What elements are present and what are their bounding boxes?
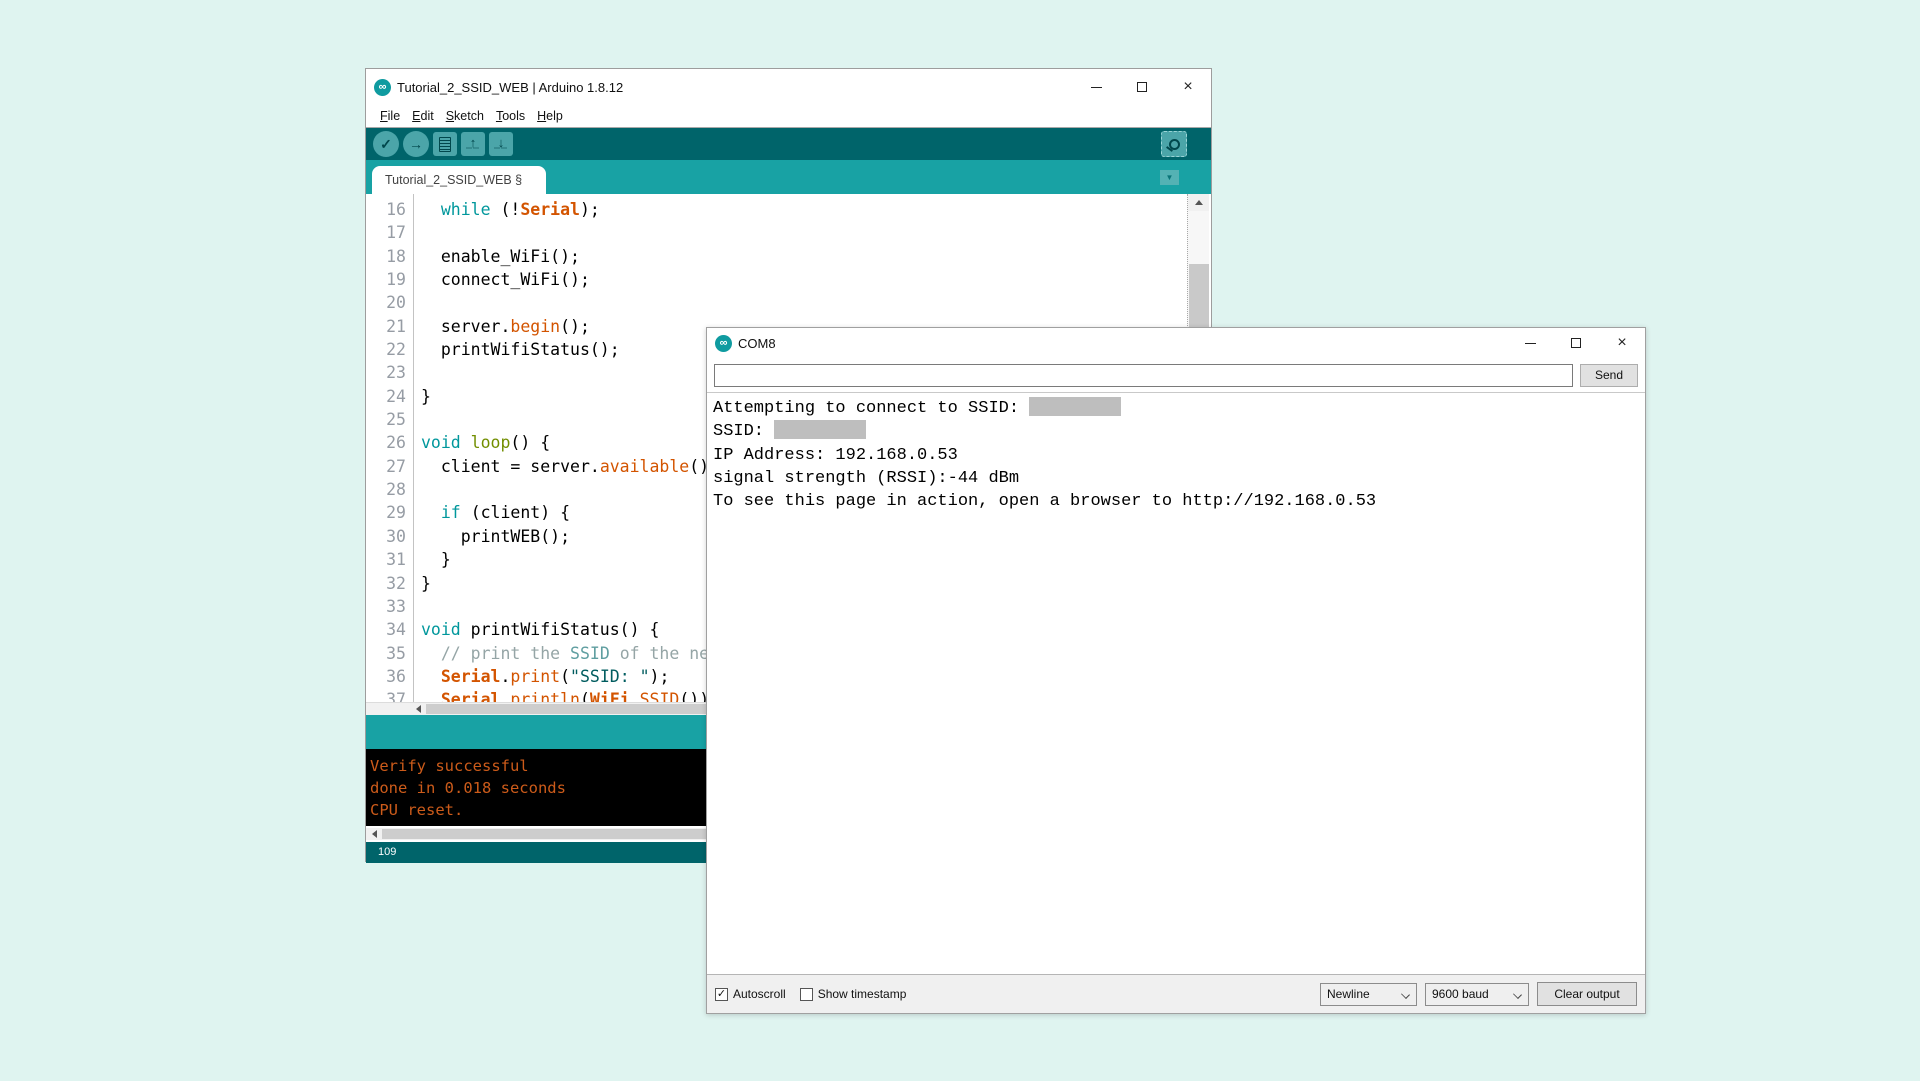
verify-button[interactable]: ✓ [373, 131, 399, 157]
line-number: 25 [366, 408, 406, 431]
serial-window-title: COM8 [738, 336, 776, 351]
tab-tutorial-2-ssid-web[interactable]: Tutorial_2_SSID_WEB § [372, 166, 546, 194]
chevron-down-icon [1513, 990, 1522, 999]
menu-edit[interactable]: Edit [406, 109, 440, 123]
new-sketch-button[interactable] [433, 132, 457, 156]
redacted-ssid [1029, 397, 1121, 416]
line-number: 29 [366, 501, 406, 524]
line-number: 37 [366, 688, 406, 702]
arduino-logo-icon: ∞ [374, 79, 391, 96]
code-line: 19 connect_WiFi(); [366, 268, 1211, 291]
scroll-left-icon[interactable] [411, 703, 425, 715]
serial-output-line: IP Address: 192.168.0.53 [713, 444, 1645, 467]
tab-list-dropdown-icon[interactable]: ▼ [1160, 170, 1179, 185]
magnifier-icon [1169, 139, 1180, 150]
serial-output: Attempting to connect to SSID: SSID: IP … [707, 392, 1645, 974]
menu-sketch[interactable]: Sketch [440, 109, 490, 123]
line-number: 16 [366, 198, 406, 221]
console-scroll-left-icon[interactable] [367, 828, 381, 840]
autoscroll-checkbox[interactable]: ✓ [715, 988, 728, 1001]
line-ending-select[interactable]: Newline [1320, 983, 1417, 1006]
line-number: 30 [366, 525, 406, 548]
line-number: 24 [366, 385, 406, 408]
serial-monitor-window: ∞ COM8 × Send Attempting to connect to S… [706, 327, 1646, 1014]
serial-bottom-bar: ✓ Autoscroll Show timestamp Newline 9600… [707, 974, 1645, 1013]
maximize-icon[interactable] [1119, 69, 1165, 105]
line-number: 18 [366, 245, 406, 268]
timestamp-checkbox[interactable] [800, 988, 813, 1001]
serial-output-line: signal strength (RSSI):-44 dBm [713, 467, 1645, 490]
ide-menubar: File Edit Sketch Tools Help [366, 105, 1211, 128]
serial-output-line: To see this page in action, open a brows… [713, 490, 1645, 513]
serial-input[interactable] [714, 364, 1573, 387]
line-number: 26 [366, 431, 406, 454]
line-number: 34 [366, 618, 406, 641]
ide-toolbar: ✓ → ↑⋯⋯ ↓⋯⋯ [366, 128, 1211, 160]
scroll-up-icon[interactable] [1188, 194, 1209, 211]
serial-window-controls: × [1507, 328, 1645, 358]
serial-settings: Newline 9600 baud Clear output [1320, 982, 1637, 1006]
timestamp-option[interactable]: Show timestamp [800, 987, 907, 1001]
clear-output-button[interactable]: Clear output [1537, 982, 1637, 1006]
line-number: 19 [366, 268, 406, 291]
minimize-icon[interactable] [1073, 69, 1119, 105]
line-number: 31 [366, 548, 406, 571]
chevron-down-icon [1401, 990, 1410, 999]
ide-titlebar: ∞ Tutorial_2_SSID_WEB | Arduino 1.8.12 × [366, 69, 1211, 105]
line-number: 21 [366, 315, 406, 338]
send-button[interactable]: Send [1580, 364, 1638, 387]
autoscroll-label: Autoscroll [733, 987, 786, 1001]
line-number: 36 [366, 665, 406, 688]
arduino-logo-icon: ∞ [715, 335, 732, 352]
open-button[interactable]: ↑⋯⋯ [461, 132, 485, 156]
line-ending-value: Newline [1327, 987, 1370, 1001]
ide-tabbar: Tutorial_2_SSID_WEB § ▼ [366, 160, 1211, 194]
line-number: 33 [366, 595, 406, 618]
document-icon [439, 137, 451, 152]
line-number: 23 [366, 361, 406, 384]
line-number: 27 [366, 455, 406, 478]
serial-output-line: SSID: [713, 420, 1645, 443]
serial-monitor-button[interactable] [1161, 131, 1187, 157]
code-line: 20 [366, 291, 1211, 314]
upload-button[interactable]: → [403, 131, 429, 157]
serial-send-row: Send [707, 358, 1645, 392]
maximize-icon[interactable] [1553, 328, 1599, 358]
baud-rate-select[interactable]: 9600 baud [1425, 983, 1529, 1006]
status-line-number: 109 [378, 846, 396, 858]
code-line: 18 enable_WiFi(); [366, 245, 1211, 268]
line-number: 32 [366, 572, 406, 595]
serial-output-line: Attempting to connect to SSID: [713, 397, 1645, 420]
close-icon[interactable]: × [1599, 328, 1645, 358]
line-number: 22 [366, 338, 406, 361]
line-number: 28 [366, 478, 406, 501]
minimize-icon[interactable] [1507, 328, 1553, 358]
ide-window-controls: × [1073, 69, 1211, 105]
redacted-ssid [774, 420, 866, 439]
menu-tools[interactable]: Tools [490, 109, 531, 123]
serial-titlebar: ∞ COM8 × [707, 328, 1645, 358]
line-number: 20 [366, 291, 406, 314]
baud-rate-value: 9600 baud [1432, 987, 1489, 1001]
menu-file[interactable]: File [374, 109, 406, 123]
code-line: 17 [366, 221, 1211, 244]
code-line: 16 while (!Serial); [366, 198, 1211, 221]
timestamp-label: Show timestamp [818, 987, 907, 1001]
line-number: 17 [366, 221, 406, 244]
save-arrow-icon: ↓⋯⋯ [494, 138, 508, 151]
ide-window-title: Tutorial_2_SSID_WEB | Arduino 1.8.12 [397, 80, 623, 95]
line-number: 35 [366, 642, 406, 665]
close-icon[interactable]: × [1165, 69, 1211, 105]
open-arrow-icon: ↑⋯⋯ [466, 138, 480, 151]
menu-help[interactable]: Help [531, 109, 569, 123]
save-button[interactable]: ↓⋯⋯ [489, 132, 513, 156]
autoscroll-option[interactable]: ✓ Autoscroll [715, 987, 786, 1001]
